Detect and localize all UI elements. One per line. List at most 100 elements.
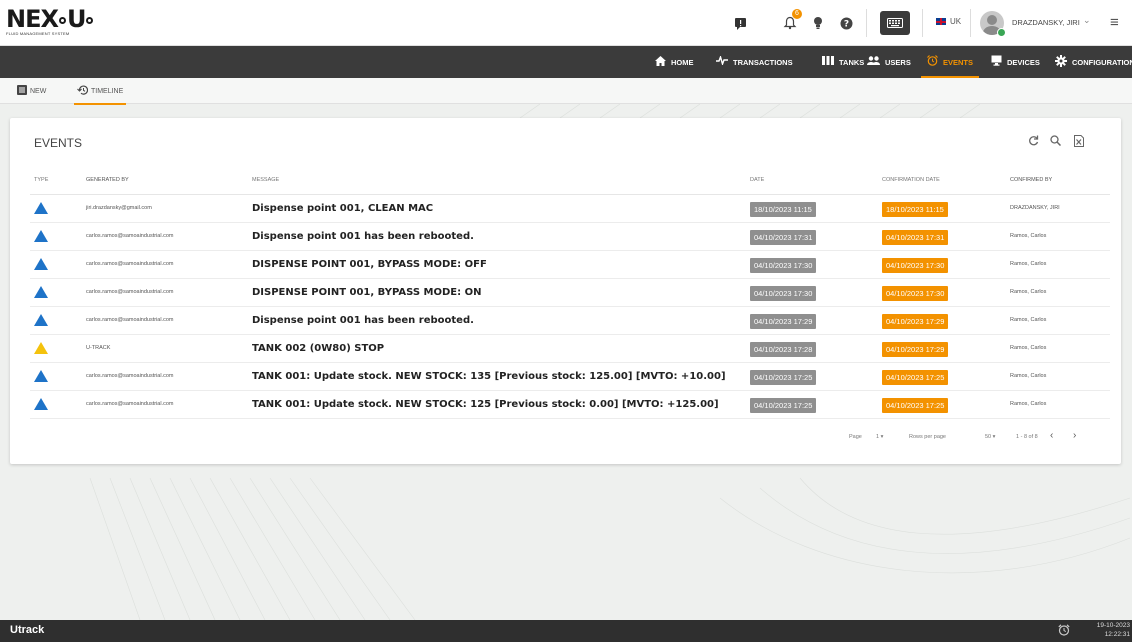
rows-per-page-select[interactable]: 50 ▾ xyxy=(985,434,995,440)
date-cell: 04/10/2023 17:31 xyxy=(750,222,882,251)
events-card: EVENTS TYPE GENERATED BY MESSAGE DATE CO… xyxy=(10,118,1121,464)
type-cell xyxy=(30,278,86,307)
bell-icon[interactable]: 6 xyxy=(780,9,802,33)
type-cell xyxy=(30,194,86,223)
page-range: 1 - 8 of 8 xyxy=(1016,434,1038,440)
table-row[interactable]: jiri.drazdansky@gmail.com Dispense point… xyxy=(30,194,1110,223)
column-header-type[interactable]: TYPE xyxy=(30,166,86,195)
message-cell: Dispense point 001, CLEAN MAC xyxy=(252,194,750,223)
table-row[interactable]: U-TRACK TANK 002 (0W80) STOP 04/10/2023 … xyxy=(30,334,1110,363)
footer-time: 12:22:31 xyxy=(1104,631,1130,638)
language-label: UK xyxy=(950,17,962,26)
warning-triangle-icon xyxy=(34,342,48,354)
confirmation-date-badge: 04/10/2023 17:25 xyxy=(882,398,949,413)
table-row[interactable]: carlos.ramos@samoaindustrial.com TANK 00… xyxy=(30,362,1110,391)
info-triangle-icon xyxy=(34,314,48,326)
confirmation-date-cell: 04/10/2023 17:30 xyxy=(882,250,1010,279)
nav-devices[interactable]: DEVICES xyxy=(991,46,1040,78)
message-cell: TANK 001: Update stock. NEW STOCK: 135 [… xyxy=(252,362,750,391)
table-row[interactable]: carlos.ramos@samoaindustrial.com Dispens… xyxy=(30,222,1110,251)
confirmation-date-cell: 04/10/2023 17:29 xyxy=(882,334,1010,363)
events-title: EVENTS xyxy=(34,136,83,150)
user-name[interactable]: DRAZDANSKY, JIRI xyxy=(1012,18,1080,27)
column-header-generated-by[interactable]: GENERATED BY xyxy=(86,166,252,195)
message-icon[interactable] xyxy=(730,13,750,33)
logo-text: NEX U xyxy=(6,7,98,31)
footer-brand: Utrack xyxy=(10,624,45,636)
export-excel-icon[interactable] xyxy=(1074,135,1084,150)
nav-devices-label: DEVICES xyxy=(1007,57,1040,67)
alarm-clock-icon[interactable] xyxy=(1058,624,1070,639)
info-triangle-icon xyxy=(34,370,48,382)
confirmed-by-cell: Ramos, Carlos xyxy=(1010,390,1110,419)
page-label: Page xyxy=(849,434,862,440)
search-icon[interactable] xyxy=(1050,135,1062,149)
menu-icon[interactable]: ≡ xyxy=(1110,14,1119,31)
confirmation-date-cell: 04/10/2023 17:30 xyxy=(882,278,1010,307)
confirmation-date-cell: 04/10/2023 17:25 xyxy=(882,390,1010,419)
nav-tanks[interactable]: TANKS xyxy=(822,46,864,78)
table-row[interactable]: carlos.ramos@samoaindustrial.com TANK 00… xyxy=(30,390,1110,419)
chevron-right-icon[interactable]: › xyxy=(1073,430,1076,441)
column-header-date[interactable]: DATE xyxy=(750,166,882,195)
column-header-confirmed-by[interactable]: CONFIRMED BY xyxy=(1010,166,1110,195)
column-header-message[interactable]: MESSAGE xyxy=(252,166,750,195)
message-cell: DISPENSE POINT 001, BYPASS MODE: OFF xyxy=(252,250,750,279)
generated-by-cell: carlos.ramos@samoaindustrial.com xyxy=(86,222,252,251)
nav-users-label: USERS xyxy=(885,57,911,67)
info-triangle-icon xyxy=(34,286,48,298)
monitor-icon xyxy=(991,55,1002,69)
history-icon xyxy=(77,85,89,98)
generated-by-cell: carlos.ramos@samoaindustrial.com xyxy=(86,250,252,279)
generated-by-cell: carlos.ramos@samoaindustrial.com xyxy=(86,306,252,335)
chevron-down-icon[interactable]: ⌄ xyxy=(1083,15,1091,26)
type-cell xyxy=(30,250,86,279)
type-cell xyxy=(30,306,86,335)
lightbulb-icon[interactable] xyxy=(808,13,828,33)
page-select[interactable]: 1 ▾ xyxy=(876,434,883,440)
keyboard-icon[interactable] xyxy=(880,11,910,35)
notification-badge: 6 xyxy=(792,9,802,19)
nav-events[interactable]: EVENTS xyxy=(920,46,980,78)
date-badge: 04/10/2023 17:29 xyxy=(750,314,817,329)
nav-home[interactable]: HOME xyxy=(655,46,694,78)
table-row[interactable]: carlos.ramos@samoaindustrial.com DISPENS… xyxy=(30,278,1110,307)
confirmed-by-cell: Ramos, Carlos xyxy=(1010,278,1110,307)
date-badge: 04/10/2023 17:30 xyxy=(750,286,817,301)
confirmation-date-cell: 04/10/2023 17:31 xyxy=(882,222,1010,251)
message-cell: Dispense point 001 has been rebooted. xyxy=(252,306,750,335)
info-triangle-icon xyxy=(34,398,48,410)
generated-by-cell: carlos.ramos@samoaindustrial.com xyxy=(86,362,252,391)
nav-transactions[interactable]: TRANSACTIONS xyxy=(716,46,793,78)
table-header-row: TYPE GENERATED BY MESSAGE DATE CONFIRMAT… xyxy=(30,166,1110,195)
help-icon[interactable]: ? xyxy=(836,13,856,33)
table-row[interactable]: carlos.ramos@samoaindustrial.com DISPENS… xyxy=(30,250,1110,279)
date-cell: 04/10/2023 17:28 xyxy=(750,334,882,363)
nexu-logo[interactable]: NEX U FLUID MANAGEMENT SYSTEM xyxy=(6,7,98,37)
confirmation-date-badge: 04/10/2023 17:29 xyxy=(882,314,949,329)
type-cell xyxy=(30,390,86,419)
date-badge: 04/10/2023 17:30 xyxy=(750,258,817,273)
rows-per-page-label: Rows per page xyxy=(909,434,946,440)
tab-new-label: NEW xyxy=(30,87,47,95)
info-triangle-icon xyxy=(34,258,48,270)
date-badge: 04/10/2023 17:31 xyxy=(750,230,817,245)
generated-by-cell: carlos.ramos@samoaindustrial.com xyxy=(86,278,252,307)
message-cell: Dispense point 001 has been rebooted. xyxy=(252,222,750,251)
table-row[interactable]: carlos.ramos@samoaindustrial.com Dispens… xyxy=(30,306,1110,335)
home-icon xyxy=(655,55,666,69)
divider xyxy=(866,9,867,37)
top-header: NEX U FLUID MANAGEMENT SYSTEM 6 ? UK DRAZ… xyxy=(0,0,1132,46)
language-selector[interactable]: UK xyxy=(936,17,961,26)
tab-new[interactable]: NEW xyxy=(17,78,46,104)
nav-users[interactable]: USERS xyxy=(867,46,911,78)
confirmed-by-cell: Ramos, Carlos xyxy=(1010,334,1110,363)
chevron-left-icon[interactable]: ‹ xyxy=(1050,430,1053,441)
logo-dot xyxy=(58,17,66,24)
tab-timeline[interactable]: TIMELINE xyxy=(73,78,127,105)
nav-configuration[interactable]: CONFIGURATION xyxy=(1055,46,1132,78)
column-header-confirmation-date[interactable]: CONFIRMATION DATE xyxy=(882,166,1010,195)
page-value: 1 xyxy=(876,434,880,440)
refresh-icon[interactable] xyxy=(1028,135,1039,149)
confirmed-by-cell: Ramos, Carlos xyxy=(1010,250,1110,279)
